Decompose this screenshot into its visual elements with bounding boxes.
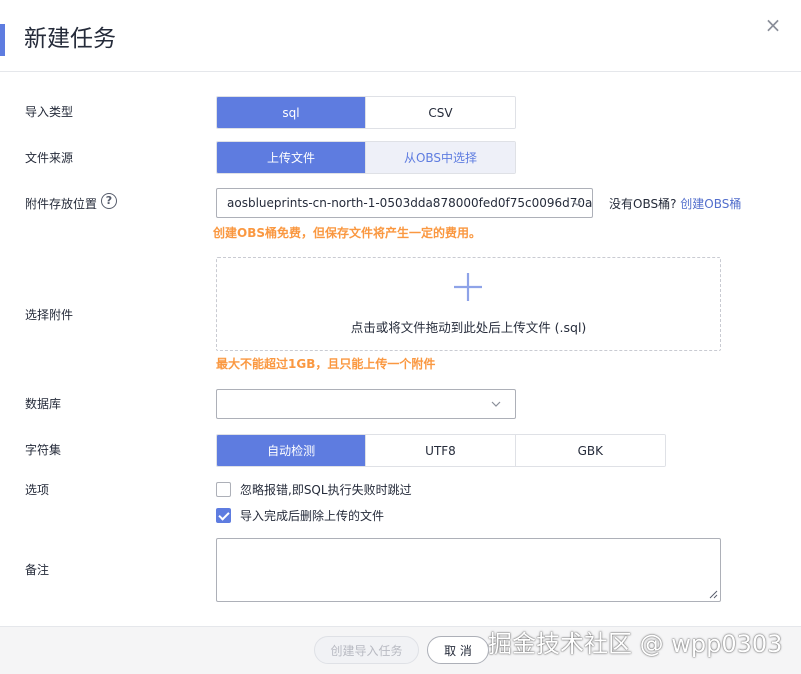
- cancel-button[interactable]: 取 消: [427, 636, 489, 664]
- chevron-down-icon: [572, 200, 582, 206]
- file-upload-dropzone[interactable]: 点击或将文件拖动到此处后上传文件 (.sql): [216, 257, 721, 351]
- charset-segmented: 自动检测 UTF8 GBK: [216, 434, 666, 467]
- dialog-header: 新建任务 ×: [0, 0, 801, 72]
- file-source-segmented: 上传文件 从OBS中选择: [216, 141, 516, 174]
- storage-bucket-value: aosblueprints-cn-north-1-0503dda878000fe…: [227, 196, 593, 210]
- delete-after-import-label: 导入完成后删除上传的文件: [240, 508, 385, 523]
- dialog-title: 新建任务: [24, 26, 116, 52]
- close-icon[interactable]: ×: [762, 14, 784, 36]
- attachment-label: 选择附件: [25, 308, 74, 322]
- no-obs-bucket-text: 没有OBS桶?: [609, 197, 677, 211]
- option-ignore-errors[interactable]: 忽略报错,即SQL执行失败时跳过: [216, 480, 412, 498]
- new-task-dialog: 新建任务 × 导入类型 sql CSV 文件来源 上传文件 从OBS中选择 附件…: [0, 0, 801, 674]
- plus-icon: [454, 273, 482, 301]
- obs-bucket-hint: 没有OBS桶? 创建OBS桶: [609, 195, 741, 213]
- options-label: 选项: [25, 483, 50, 497]
- create-obs-bucket-link[interactable]: 创建OBS桶: [680, 197, 741, 211]
- charset-option-auto[interactable]: 自动检测: [217, 435, 367, 466]
- upload-instruction: 点击或将文件拖动到此处后上传文件 (.sql): [350, 320, 587, 335]
- file-source-option-upload[interactable]: 上传文件: [217, 142, 366, 173]
- ignore-errors-label: 忽略报错,即SQL执行失败时跳过: [240, 482, 412, 497]
- chevron-down-icon: [491, 401, 501, 407]
- option-delete-after-import[interactable]: 导入完成后删除上传的文件: [216, 506, 384, 524]
- remark-textarea[interactable]: [216, 538, 721, 602]
- database-label: 数据库: [25, 397, 62, 411]
- storage-bucket-select[interactable]: aosblueprints-cn-north-1-0503dda878000fe…: [216, 188, 593, 218]
- storage-location-label: 附件存放位置: [25, 197, 98, 211]
- charset-label: 字符集: [25, 443, 62, 457]
- import-type-label: 导入类型: [25, 105, 74, 119]
- import-type-option-sql[interactable]: sql: [217, 97, 366, 128]
- resize-grip-icon[interactable]: [708, 589, 718, 599]
- help-icon[interactable]: ?: [101, 193, 117, 209]
- storage-warning: 创建OBS桶免费，但保存文件将产生一定的费用。: [213, 226, 481, 240]
- create-import-task-button[interactable]: 创建导入任务: [314, 636, 419, 664]
- import-type-option-csv[interactable]: CSV: [366, 97, 515, 128]
- database-select[interactable]: [216, 389, 516, 419]
- delete-after-import-checkbox[interactable]: [216, 507, 231, 523]
- title-accent-bar: [0, 24, 5, 56]
- import-type-segmented: sql CSV: [216, 96, 516, 129]
- attachment-warning: 最大不能超过1GB，且只能上传一个附件: [216, 357, 436, 371]
- file-source-label: 文件来源: [25, 151, 74, 165]
- ignore-errors-checkbox[interactable]: [216, 481, 231, 497]
- charset-option-gbk[interactable]: GBK: [515, 435, 665, 466]
- charset-option-utf8[interactable]: UTF8: [366, 435, 516, 466]
- file-source-option-obs[interactable]: 从OBS中选择: [366, 142, 515, 173]
- watermark-text: 掘金技术社区 @ wpp0303: [488, 630, 783, 658]
- remark-label: 备注: [25, 563, 50, 577]
